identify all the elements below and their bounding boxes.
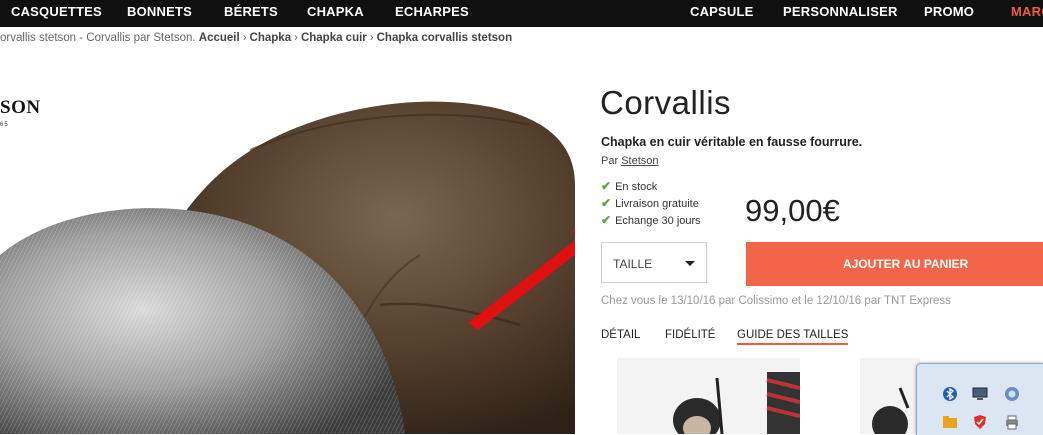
- breadcrumb: orvallis stetson - Corvallis par Stetson…: [0, 32, 513, 44]
- size-select[interactable]: TAILLE: [601, 242, 707, 283]
- add-to-cart-label: AJOUTER AU PANIER: [843, 257, 969, 271]
- breadcrumb-current-text: orvallis stetson - Corvallis par Stetson…: [0, 32, 196, 44]
- size-guide-image: [617, 358, 800, 434]
- size-select-label: TAILLE: [613, 257, 653, 271]
- product-subtitle: Chapka en cuir véritable en fausse fourr…: [601, 135, 863, 149]
- size-guide-photo-2: [860, 358, 920, 434]
- shield-icon[interactable]: [972, 414, 988, 430]
- size-guide-photo: [617, 358, 800, 434]
- product-byline: Par Stetson: [601, 155, 659, 167]
- monitor-icon[interactable]: [972, 386, 988, 402]
- feature-label: Livraison gratuite: [615, 198, 699, 210]
- nav-item-marques[interactable]: MARQ: [1011, 0, 1043, 27]
- nav-item-bonnets[interactable]: BONNETS: [127, 0, 192, 27]
- tab-detail[interactable]: DÉTAIL: [601, 329, 640, 341]
- top-nav: CASQUETTES BONNETS BÉRETS CHAPKA ECHARPE…: [0, 0, 1043, 27]
- check-icon: ✔: [601, 179, 612, 193]
- nav-item-casquettes[interactable]: CASQUETTES: [11, 0, 102, 27]
- feature-free-shipping: ✔ Livraison gratuite: [601, 196, 699, 210]
- nav-item-capsule[interactable]: CAPSULE: [690, 0, 754, 27]
- folder-icon[interactable]: [942, 414, 958, 430]
- chevron-down-icon: [685, 261, 695, 266]
- add-to-cart-button[interactable]: AJOUTER AU PANIER: [746, 242, 1043, 286]
- breadcrumb-link-chapka[interactable]: Chapka: [250, 32, 292, 44]
- feature-label: En stock: [615, 181, 658, 193]
- byline-prefix: Par: [601, 155, 619, 167]
- brand-logo-sub: 65: [0, 122, 9, 128]
- check-icon: ✔: [601, 196, 612, 210]
- product-image: [0, 101, 575, 434]
- feature-in-stock: ✔ En stock: [601, 179, 657, 193]
- feature-exchange: ✔ Echange 30 jours: [601, 213, 701, 227]
- product-price: 99,00€: [745, 193, 840, 228]
- tab-guide-des-tailles[interactable]: GUIDE DES TAILLES: [737, 329, 849, 345]
- breadcrumb-link-chapka-corvallis[interactable]: Chapka corvallis stetson: [377, 32, 513, 44]
- nav-item-chapka[interactable]: CHAPKA: [307, 0, 364, 27]
- feature-label: Echange 30 jours: [615, 215, 701, 227]
- size-guide-image-2: [860, 358, 920, 434]
- brand-link[interactable]: Stetson: [621, 155, 658, 167]
- breadcrumb-link-chapka-cuir[interactable]: Chapka cuir: [301, 32, 367, 44]
- bluetooth-icon[interactable]: [942, 386, 958, 402]
- tab-fidelite[interactable]: FIDÉLITÉ: [665, 329, 715, 341]
- brand-logo: SON: [0, 97, 41, 118]
- check-icon: ✔: [601, 213, 612, 227]
- delivery-estimate: Chez vous le 13/10/16 par Colissimo et l…: [601, 295, 951, 307]
- network-icon[interactable]: [1004, 386, 1020, 402]
- nav-item-berets[interactable]: BÉRETS: [224, 0, 278, 27]
- nav-item-echarpes[interactable]: ECHARPES: [395, 0, 469, 27]
- system-tray-popup: [916, 363, 1043, 435]
- breadcrumb-link-accueil[interactable]: Accueil: [199, 32, 240, 44]
- nav-item-promo[interactable]: PROMO: [924, 0, 974, 27]
- product-title: Corvallis: [600, 84, 732, 121]
- nav-item-personnaliser[interactable]: PERSONNALISER: [783, 0, 898, 27]
- printer-icon[interactable]: [1004, 414, 1020, 430]
